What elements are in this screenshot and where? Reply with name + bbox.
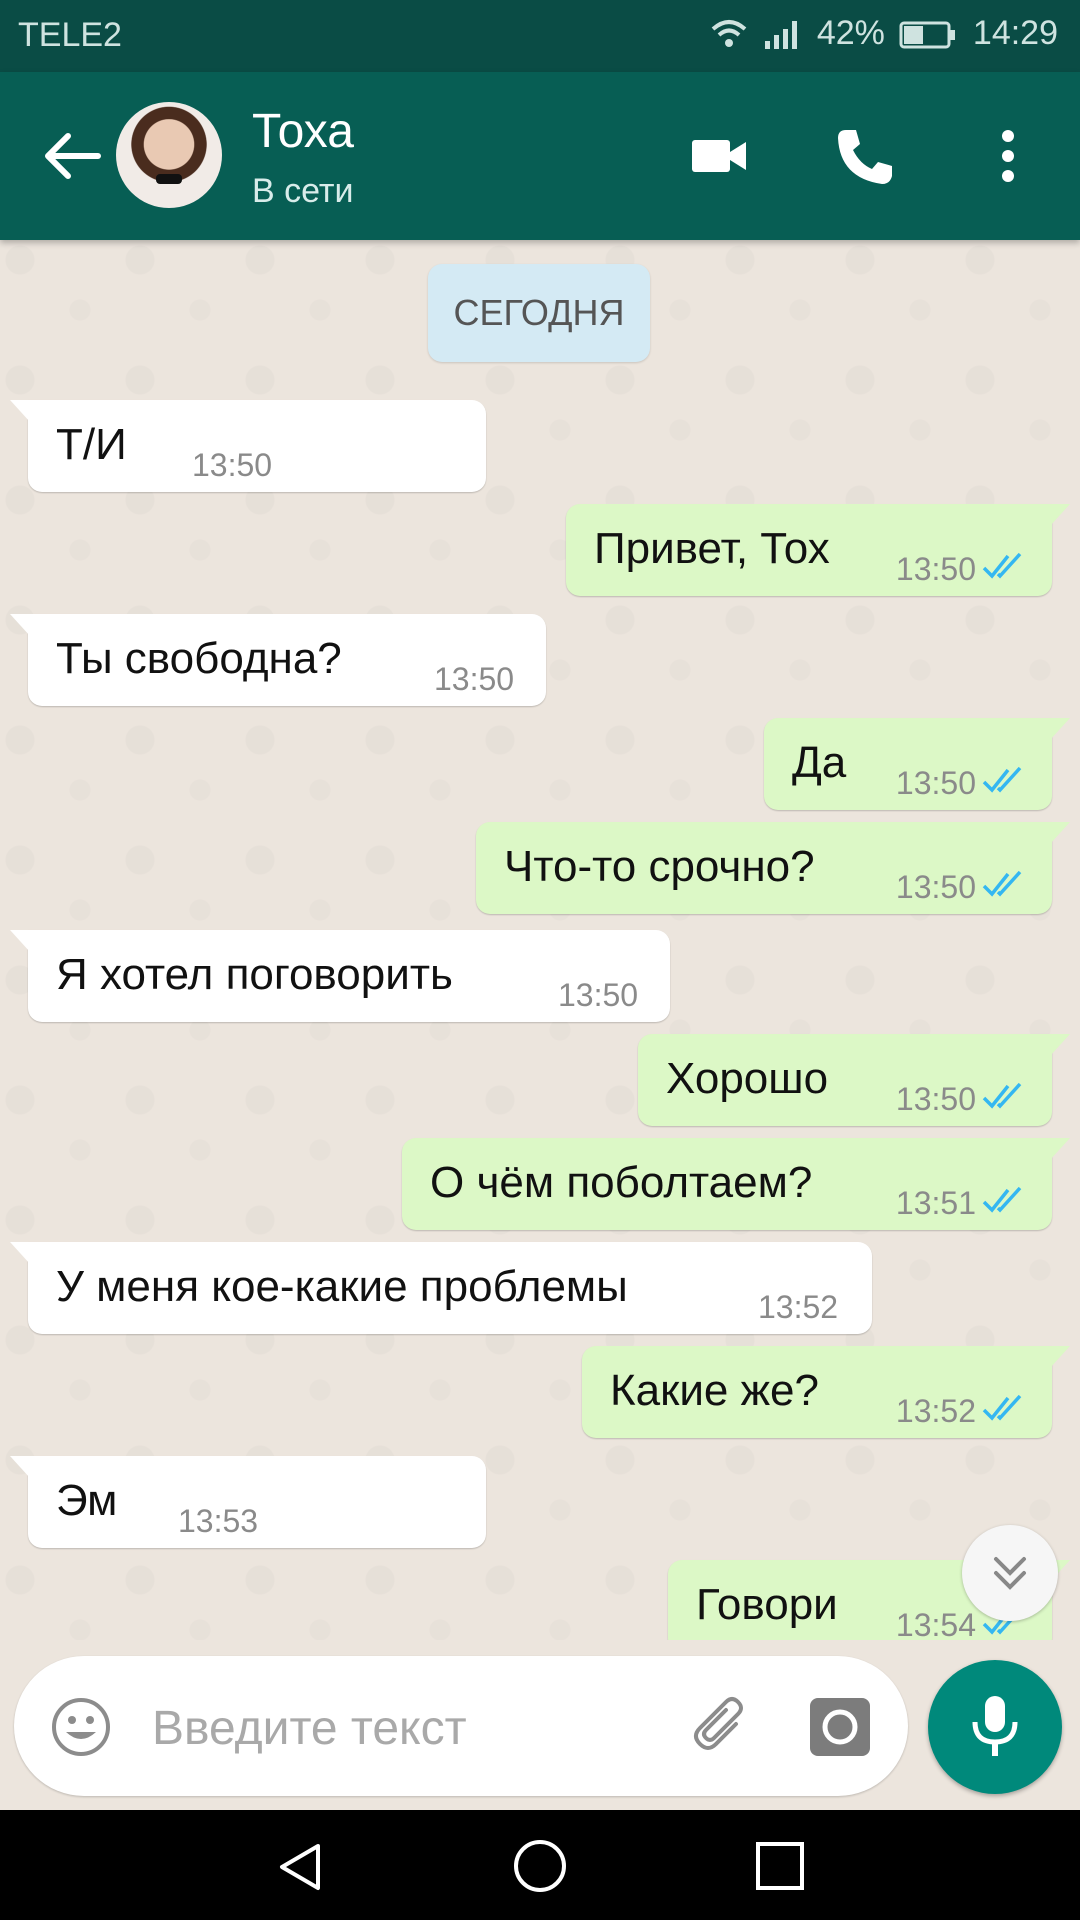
carrier-label: TELE2 — [18, 16, 122, 54]
message-time: 13:50 — [895, 765, 976, 801]
nav-recents-icon[interactable] — [754, 1840, 806, 1892]
video-call-icon[interactable] — [688, 124, 752, 188]
battery-percent: 42% — [816, 14, 885, 52]
message-bubble-incoming[interactable]: Эм 13:53 — [10, 1456, 486, 1548]
contact-name[interactable]: Тоха — [252, 104, 354, 159]
message-text: Говори — [696, 1580, 838, 1629]
more-options-icon[interactable] — [976, 124, 1040, 188]
contact-status: В сети — [252, 172, 354, 210]
message-time: 13:50 — [192, 447, 273, 483]
message-bubble-incoming[interactable]: Ты свободна? 13:50 — [10, 614, 546, 706]
message-text: Эм — [56, 1476, 118, 1525]
system-nav-bar — [0, 1810, 1080, 1920]
message-bubble-outgoing[interactable]: Какие же? 13:52 — [582, 1346, 1070, 1438]
message-bubble-incoming[interactable]: Т/И 13:50 — [10, 400, 486, 492]
read-ticks-icon — [982, 766, 1022, 793]
contact-avatar[interactable] — [116, 102, 222, 208]
message-bubble-incoming[interactable]: У меня кое-какие проблемы 13:52 — [10, 1242, 872, 1334]
message-bubble-outgoing[interactable]: Да 13:50 — [764, 718, 1070, 810]
camera-icon[interactable] — [808, 1696, 872, 1758]
chat-header: Тоха В сети — [0, 72, 1080, 240]
message-time: 13:50 — [895, 869, 976, 905]
message-time: 13:50 — [558, 977, 639, 1013]
wifi-icon — [711, 19, 747, 47]
back-arrow-icon[interactable] — [40, 126, 104, 186]
message-time: 13:50 — [895, 551, 976, 587]
message-time: 13:51 — [895, 1185, 976, 1221]
read-ticks-icon — [982, 1186, 1022, 1213]
message-text: Ты свободна? — [56, 634, 342, 683]
message-text: Что-то срочно? — [504, 842, 815, 891]
attach-paperclip-icon[interactable] — [690, 1694, 756, 1760]
microphone-icon — [972, 1696, 1018, 1756]
message-time: 13:50 — [434, 661, 515, 697]
message-time: 13:54 — [895, 1607, 976, 1640]
message-list[interactable]: СЕГОДНЯ Т/И 13:50 Привет, Тох 13:50 Ты с… — [0, 240, 1080, 1640]
message-time: 13:50 — [895, 1081, 976, 1117]
message-text: Да — [792, 738, 847, 787]
message-bubble-outgoing[interactable]: Хорошо 13:50 — [638, 1034, 1070, 1126]
message-composer — [14, 1656, 908, 1796]
message-time: 13:53 — [178, 1503, 259, 1539]
message-text: Я хотел поговорить — [56, 950, 453, 999]
message-text: У меня кое-какие проблемы — [56, 1262, 628, 1311]
message-text: Т/И — [56, 420, 127, 469]
read-ticks-icon — [982, 552, 1022, 579]
message-bubble-outgoing[interactable]: О чём поболтаем? 13:51 — [402, 1138, 1070, 1230]
read-ticks-icon — [982, 1082, 1022, 1109]
message-text: Привет, Тох — [594, 524, 830, 573]
message-time: 13:52 — [895, 1393, 976, 1429]
message-text: Какие же? — [610, 1366, 819, 1415]
date-divider: СЕГОДНЯ — [428, 264, 650, 362]
nav-back-icon[interactable] — [274, 1840, 328, 1894]
battery-icon — [899, 21, 955, 48]
voice-record-button[interactable] — [928, 1660, 1062, 1794]
read-ticks-icon — [982, 870, 1022, 897]
signal-icon — [764, 20, 797, 49]
message-bubble-outgoing[interactable]: Что-то срочно? 13:50 — [476, 822, 1070, 914]
message-text: Хорошо — [666, 1054, 829, 1103]
message-text: О чём поболтаем? — [430, 1158, 813, 1207]
emoji-icon[interactable] — [50, 1696, 112, 1758]
read-ticks-icon — [982, 1394, 1022, 1421]
status-bar: TELE2 42% 14:29 — [0, 0, 1080, 72]
message-bubble-incoming[interactable]: Я хотел поговорить 13:50 — [10, 930, 670, 1022]
clock: 14:29 — [972, 14, 1058, 52]
message-input[interactable] — [150, 1692, 674, 1764]
double-chevron-down-icon — [994, 1557, 1026, 1590]
scroll-to-bottom-button[interactable] — [962, 1525, 1058, 1621]
phone-call-icon[interactable] — [832, 124, 896, 188]
message-bubble-outgoing[interactable]: Привет, Тох 13:50 — [566, 504, 1070, 596]
nav-home-icon[interactable] — [512, 1838, 568, 1894]
message-time: 13:52 — [758, 1289, 839, 1325]
